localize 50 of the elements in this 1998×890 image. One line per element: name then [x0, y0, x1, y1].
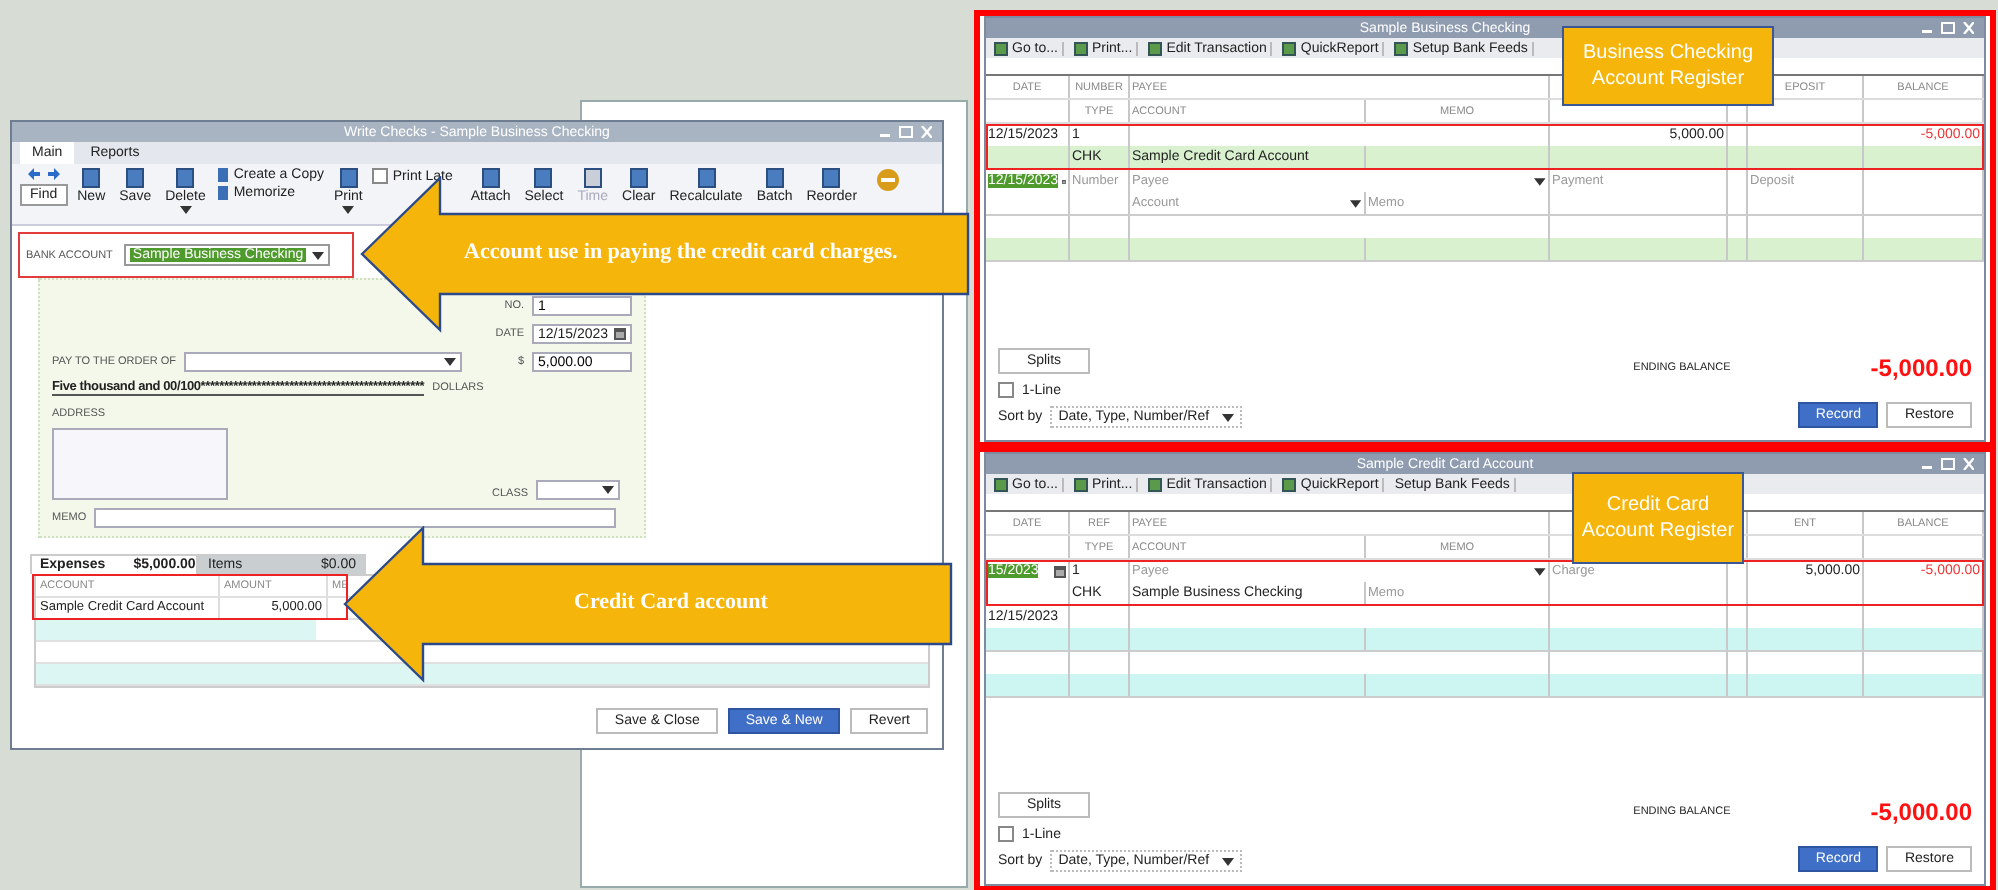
callout-label: Business Checking Account Register	[1562, 26, 1774, 106]
class-select[interactable]	[536, 480, 621, 500]
page-icon	[481, 168, 500, 188]
page-icon	[994, 477, 1008, 491]
caret-icon	[179, 206, 192, 214]
page-icon	[1073, 477, 1088, 491]
caret-icon	[342, 206, 355, 214]
checkbox[interactable]	[372, 168, 389, 184]
page-icon	[534, 168, 553, 188]
checkbox[interactable]	[998, 826, 1014, 842]
page-icon	[82, 168, 101, 188]
address-field[interactable]	[52, 428, 228, 500]
callout-label: Credit Card Account Register	[1572, 472, 1744, 564]
caret-icon	[1221, 413, 1234, 421]
page-icon	[339, 168, 358, 188]
calendar-icon[interactable]	[1054, 565, 1066, 577]
page-icon	[126, 168, 145, 188]
callout-text: Account use in paying the credit card charges.	[464, 240, 898, 264]
ending-balance: -5,000.00	[1870, 798, 1972, 826]
caret-icon	[1534, 177, 1546, 185]
caret-icon	[602, 486, 615, 494]
caret-icon	[443, 358, 456, 366]
caret-icon	[1534, 567, 1546, 575]
ending-balance: -5,000.00	[1870, 354, 1972, 382]
page-icon	[765, 168, 784, 188]
caret-icon	[1350, 199, 1362, 207]
table-row[interactable]	[986, 652, 1984, 698]
callout-text: Credit Card account	[574, 590, 768, 614]
payee-field[interactable]	[184, 352, 462, 372]
table-row[interactable]	[986, 216, 1984, 262]
window-controls-icon[interactable]	[880, 126, 932, 138]
arrows-icon[interactable]	[27, 168, 60, 180]
page-icon	[1282, 41, 1297, 55]
window-controls-icon[interactable]	[1922, 22, 1974, 34]
caret-icon	[1221, 857, 1234, 865]
memo-field[interactable]	[94, 508, 617, 528]
calendar-icon[interactable]	[614, 328, 626, 340]
window-controls-icon[interactable]	[1922, 458, 1974, 470]
page-icon	[1148, 477, 1163, 491]
page-icon	[1148, 41, 1163, 55]
page-icon	[1394, 41, 1409, 55]
page-icon	[822, 168, 841, 188]
page-icon	[994, 41, 1008, 55]
page-icon	[697, 168, 716, 188]
coin-icon[interactable]	[875, 168, 900, 192]
page-icon	[1073, 41, 1088, 55]
page-icon	[629, 168, 648, 188]
caret-icon	[311, 251, 324, 259]
page-icon	[1282, 477, 1297, 491]
checkbox[interactable]	[998, 382, 1014, 398]
